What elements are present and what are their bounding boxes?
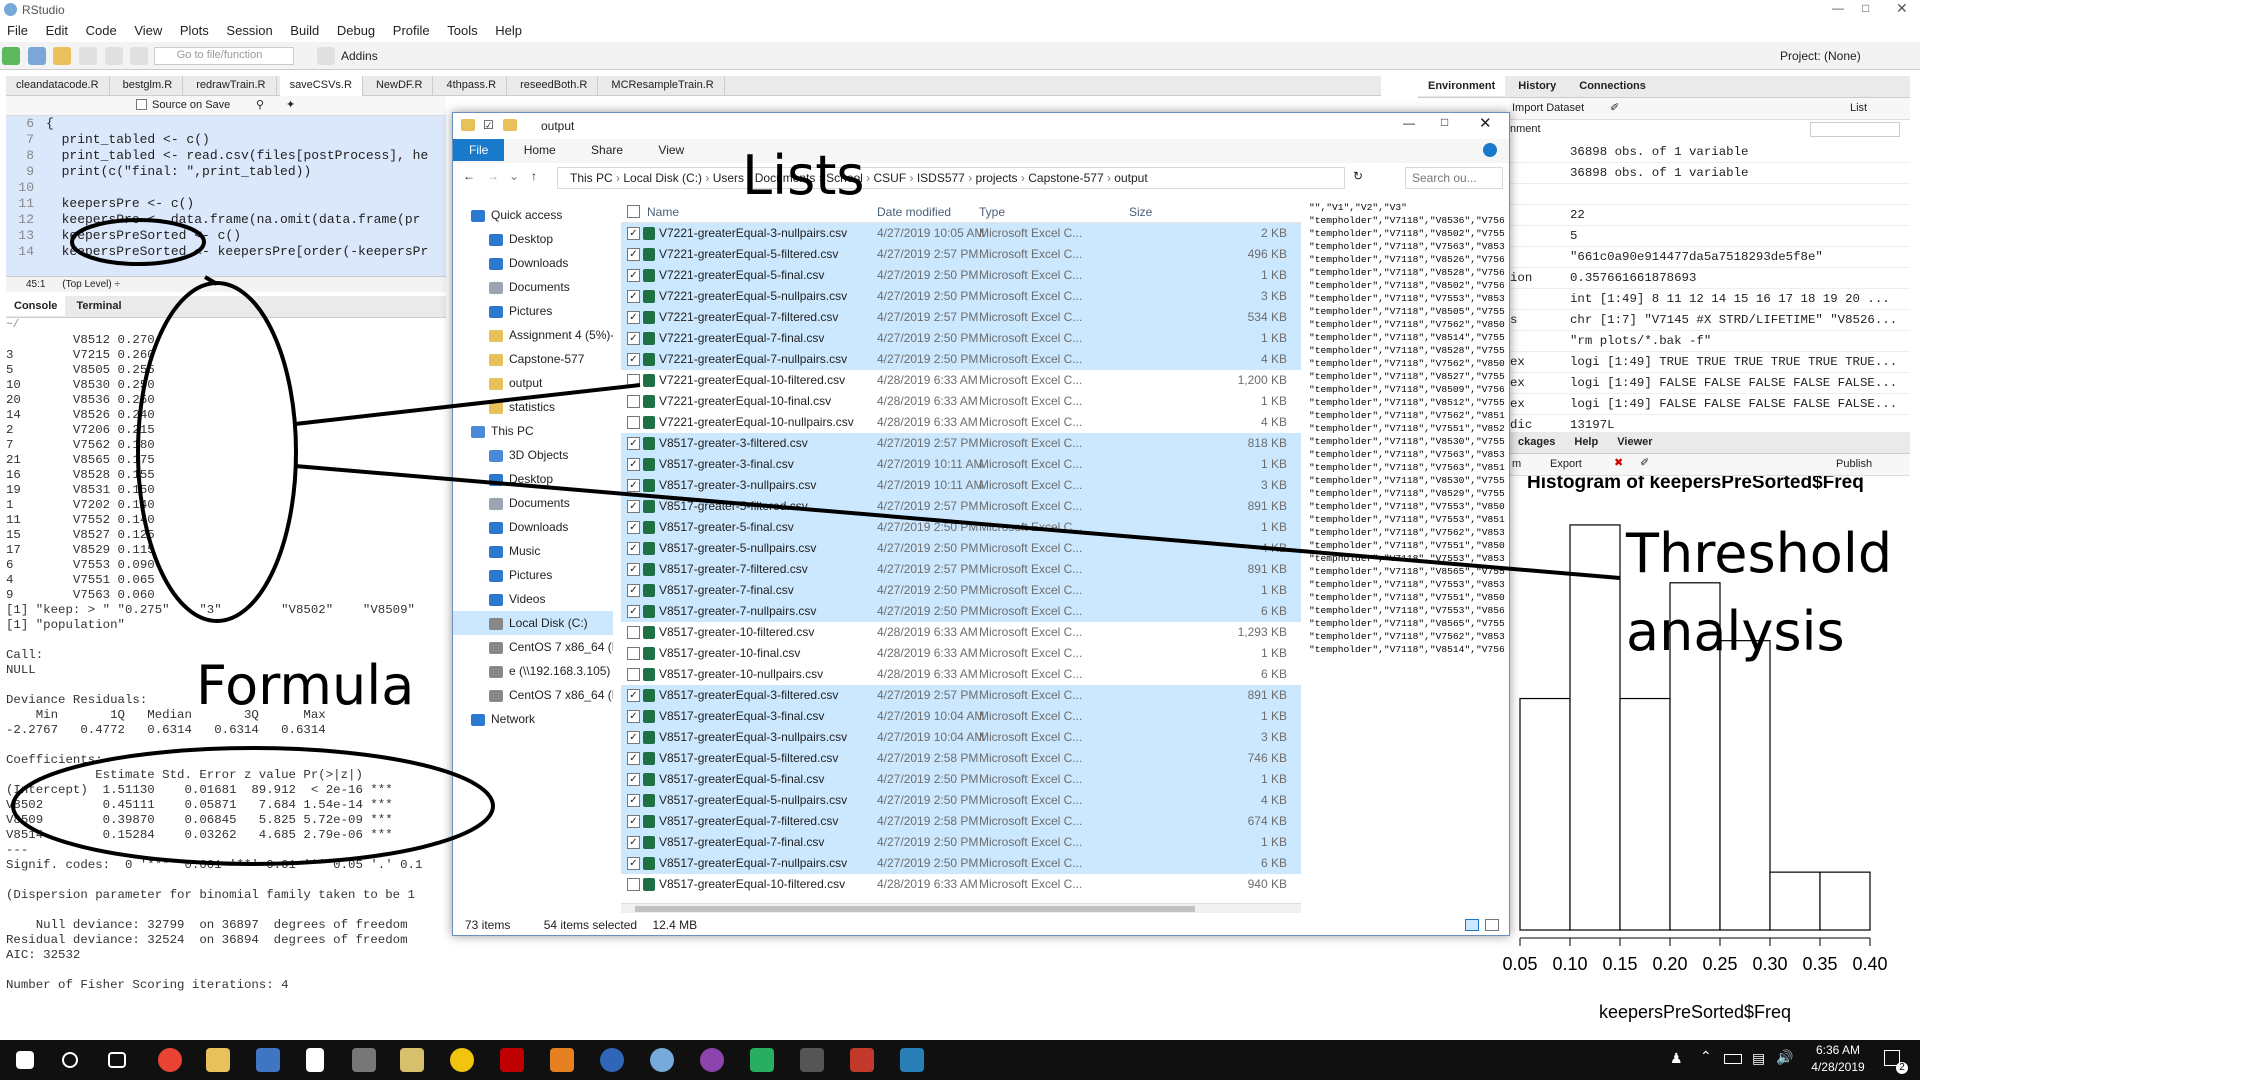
search-icon[interactable] [62,1052,78,1068]
paint-icon[interactable] [400,1048,424,1072]
app-icon[interactable] [550,1048,574,1072]
app-icon[interactable] [900,1048,924,1072]
battery-icon[interactable] [1724,1054,1742,1064]
filezilla-icon[interactable] [500,1048,524,1072]
notepad-icon[interactable] [306,1048,324,1072]
start-icon[interactable] [16,1051,34,1069]
clock-time[interactable]: 6:36 AM [1808,1043,1868,1057]
people-icon[interactable]: ♟ [1670,1050,1683,1067]
network-icon[interactable]: ▤ [1752,1050,1765,1067]
file-explorer-icon[interactable] [206,1048,230,1072]
task-view-icon[interactable] [108,1052,126,1068]
chevron-up-icon[interactable]: ⌃ [1700,1048,1712,1065]
volume-icon[interactable]: 🔊 [1776,1049,1793,1066]
annotation-analysis: analysis [1626,600,1845,663]
notification-count: 2 [1896,1062,1908,1074]
annotation-lists: Lists [742,144,865,207]
app-icon[interactable] [256,1048,280,1072]
app-icon[interactable] [800,1048,824,1072]
app-icon[interactable] [352,1048,376,1072]
r-icon[interactable] [600,1048,624,1072]
app-icon[interactable] [700,1048,724,1072]
app-icon[interactable] [750,1048,774,1072]
annotation-ellipse-formula [11,746,495,866]
chrome-icon[interactable] [158,1048,182,1072]
annotation-ellipse-lists [136,281,298,623]
clock-date[interactable]: 4/28/2019 [1804,1060,1872,1074]
windows-taskbar: ♟ ⌃ ▤ 🔊 6:36 AM 4/28/2019 2 [0,1040,1920,1080]
annotation-line-threshold [294,464,1621,580]
rstudio-icon[interactable] [650,1048,674,1072]
app-icon[interactable] [450,1048,474,1072]
annotation-overlay: Lists Formula Threshold analysis [11,144,1892,866]
annotation-line-lists [294,383,641,426]
app-icon[interactable] [850,1048,874,1072]
annotation-formula: Formula [196,654,414,717]
annotation-threshold: Threshold [1625,522,1892,585]
annotation-ellipse-sorted [70,218,206,266]
